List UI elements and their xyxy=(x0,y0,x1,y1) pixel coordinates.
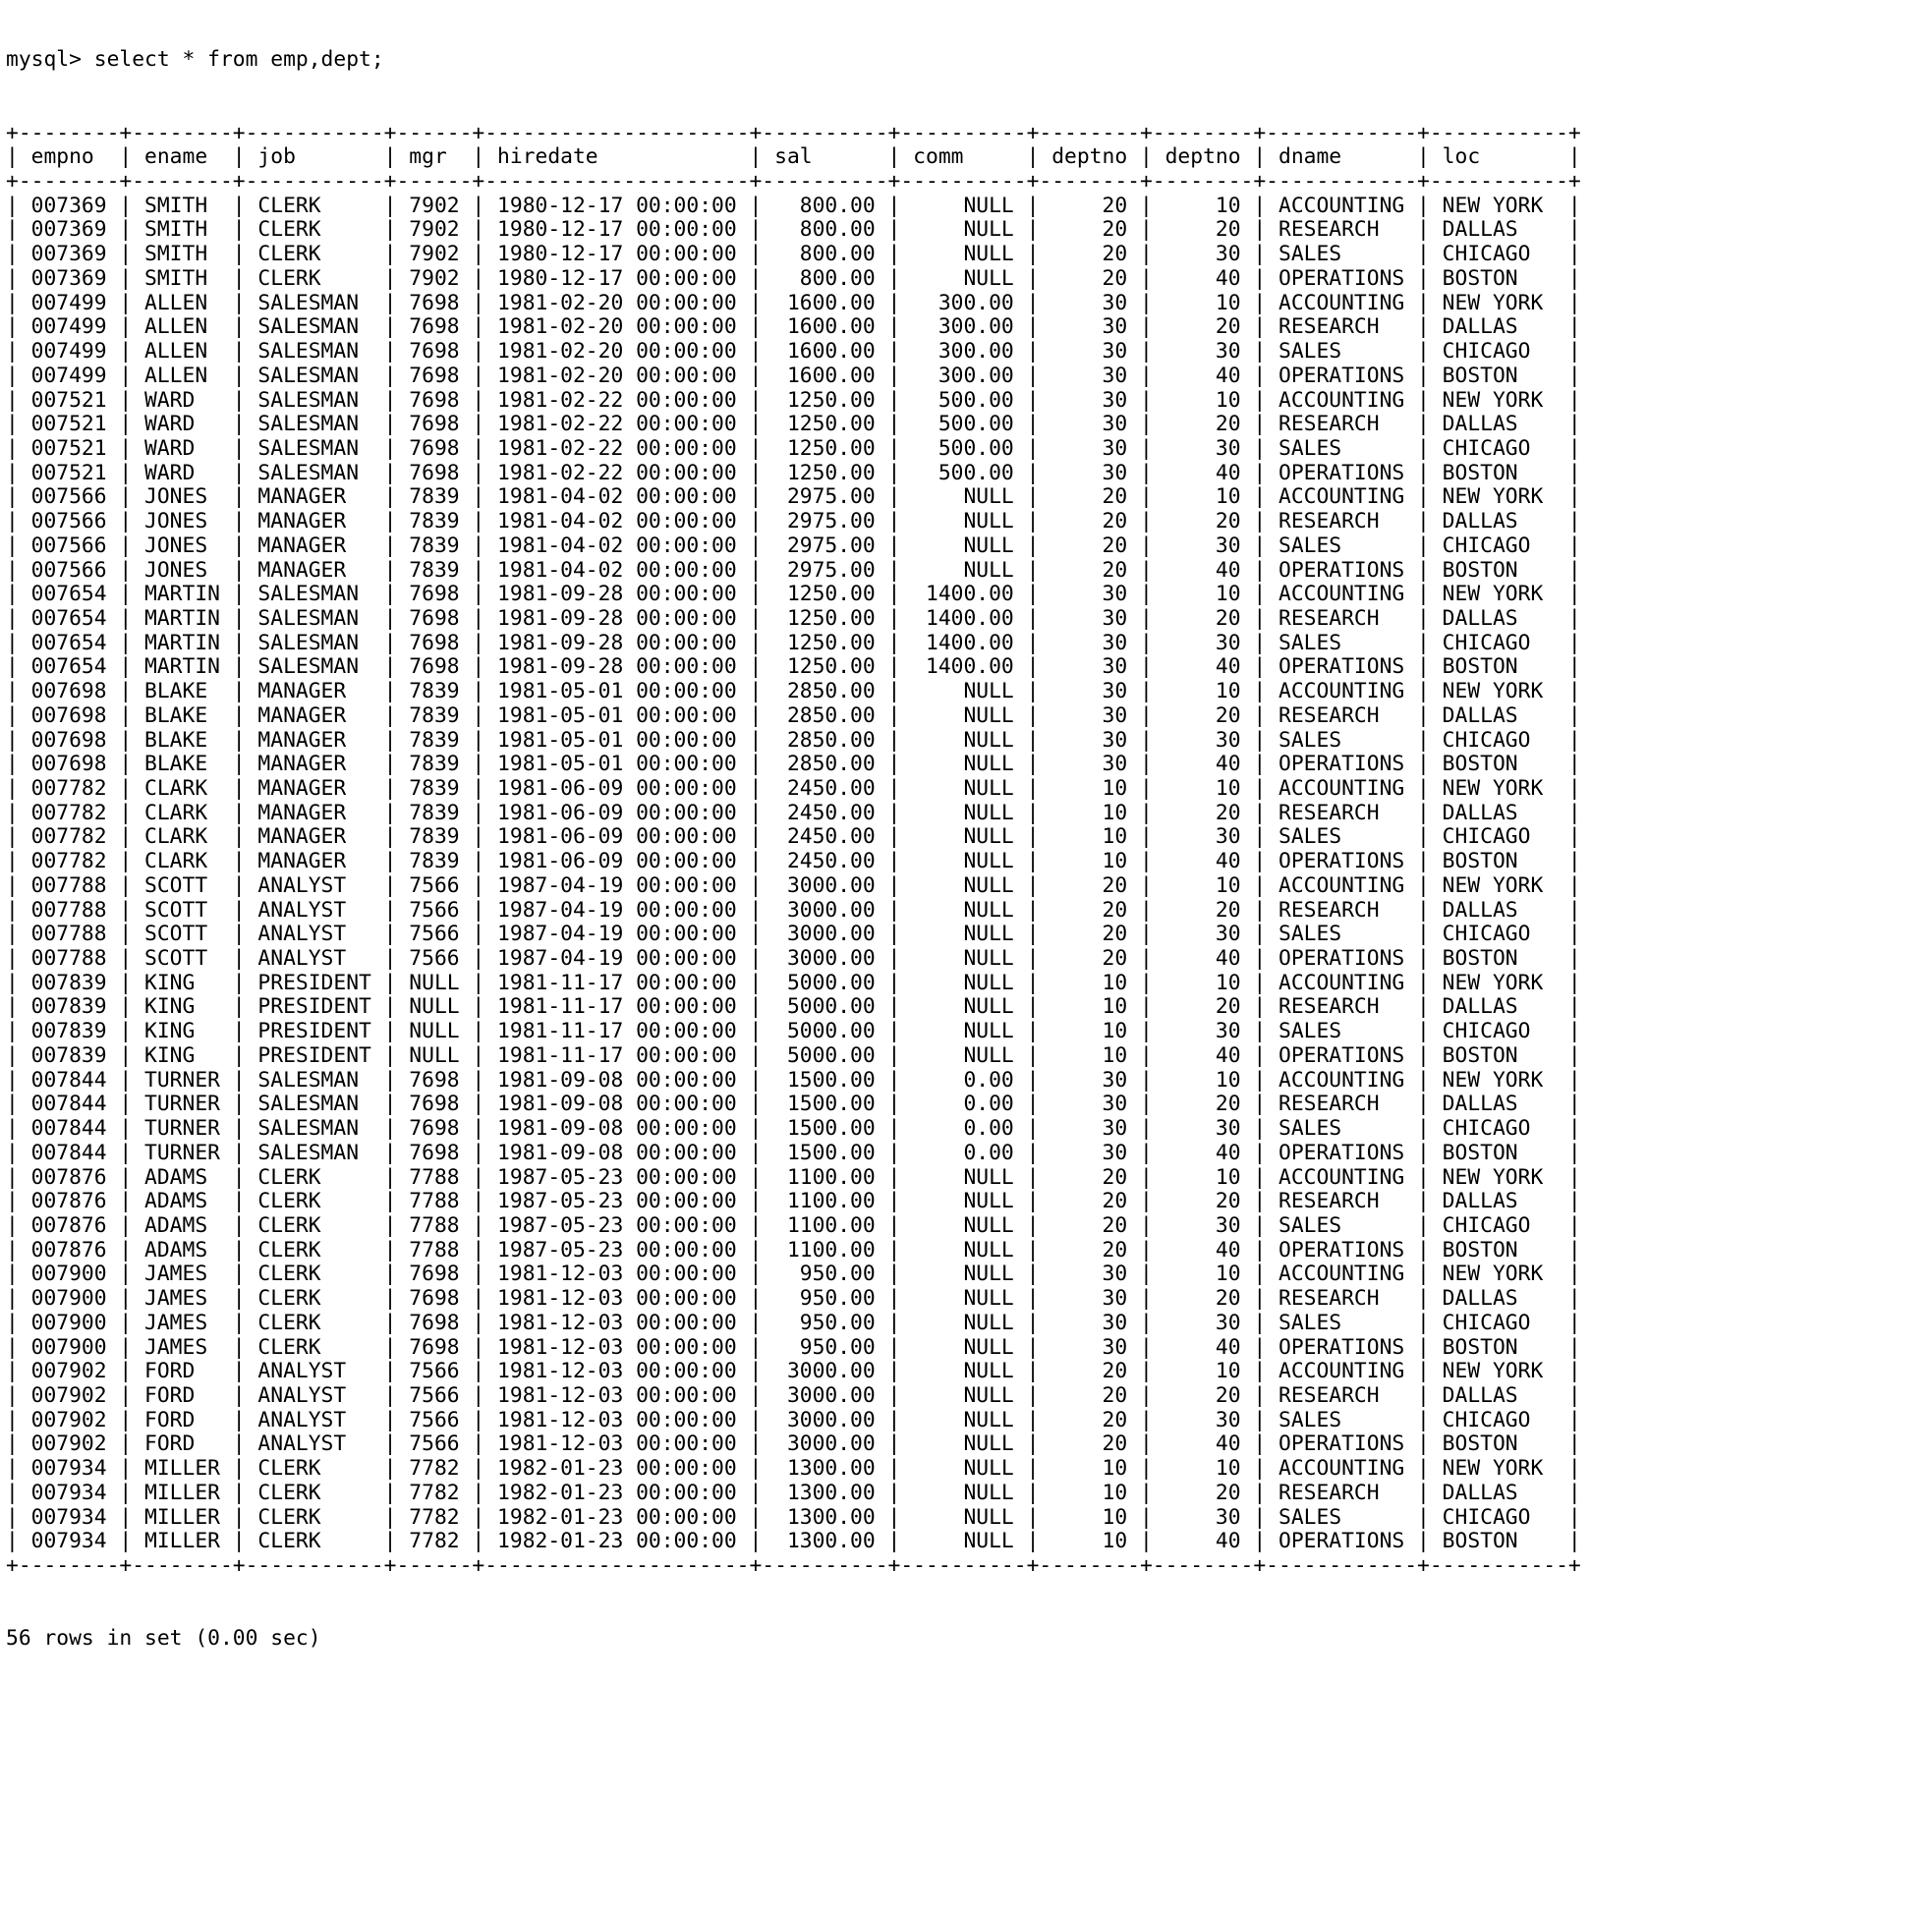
table-row: | 007876 | ADAMS | CLERK | 7788 | 1987-0… xyxy=(6,1212,1581,1238)
table-row: | 007902 | FORD | ANALYST | 7566 | 1981-… xyxy=(6,1359,1581,1384)
table-row: | 007902 | FORD | ANALYST | 7566 | 1981-… xyxy=(6,1431,1581,1457)
table-row: | 007566 | JONES | MANAGER | 7839 | 1981… xyxy=(6,557,1581,583)
table-row: | 007788 | SCOTT | ANALYST | 7566 | 1987… xyxy=(6,946,1581,972)
table-row: | 007499 | ALLEN | SALESMAN | 7698 | 198… xyxy=(6,339,1581,365)
table-row: | 007782 | CLARK | MANAGER | 7839 | 1981… xyxy=(6,849,1581,874)
table-rule-header: +--------+--------+-----------+------+--… xyxy=(6,169,1581,195)
table-row: | 007934 | MILLER | CLERK | 7782 | 1982-… xyxy=(6,1504,1581,1530)
table-row: | 007788 | SCOTT | ANALYST | 7566 | 1987… xyxy=(6,897,1581,923)
table-row: | 007876 | ADAMS | CLERK | 7788 | 1987-0… xyxy=(6,1189,1581,1214)
table-row: | 007876 | ADAMS | CLERK | 7788 | 1987-0… xyxy=(6,1237,1581,1263)
table-row: | 007566 | JONES | MANAGER | 7839 | 1981… xyxy=(6,533,1581,558)
table-row: | 007566 | JONES | MANAGER | 7839 | 1981… xyxy=(6,484,1581,510)
table-row: | 007654 | MARTIN | SALESMAN | 7698 | 19… xyxy=(6,582,1581,607)
table-row: | 007844 | TURNER | SALESMAN | 7698 | 19… xyxy=(6,1092,1581,1117)
table-row: | 007521 | WARD | SALESMAN | 7698 | 1981… xyxy=(6,387,1581,413)
table-header-row: | empno | ename | job | mgr | hiredate |… xyxy=(6,144,1581,170)
table-row: | 007521 | WARD | SALESMAN | 7698 | 1981… xyxy=(6,412,1581,437)
table-row: | 007788 | SCOTT | ANALYST | 7566 | 1987… xyxy=(6,872,1581,898)
table-row: | 007782 | CLARK | MANAGER | 7839 | 1981… xyxy=(6,776,1581,801)
table-row: | 007839 | KING | PRESIDENT | NULL | 198… xyxy=(6,970,1581,995)
table-row: | 007499 | ALLEN | SALESMAN | 7698 | 198… xyxy=(6,290,1581,315)
table-row: | 007900 | JAMES | CLERK | 7698 | 1981-1… xyxy=(6,1286,1581,1312)
table-row: | 007698 | BLAKE | MANAGER | 7839 | 1981… xyxy=(6,679,1581,704)
table-row: | 007934 | MILLER | CLERK | 7782 | 1982-… xyxy=(6,1480,1581,1505)
shell-prompt-line: mysql> select * from emp,dept; xyxy=(6,47,384,73)
table-row: | 007934 | MILLER | CLERK | 7782 | 1982-… xyxy=(6,1456,1581,1482)
table-row: | 007839 | KING | PRESIDENT | NULL | 198… xyxy=(6,1042,1581,1068)
table-row: | 007521 | WARD | SALESMAN | 7698 | 1981… xyxy=(6,435,1581,461)
table-row: | 007900 | JAMES | CLERK | 7698 | 1981-1… xyxy=(6,1310,1581,1335)
table-row: | 007902 | FORD | ANALYST | 7566 | 1981-… xyxy=(6,1407,1581,1432)
table-row: | 007844 | TURNER | SALESMAN | 7698 | 19… xyxy=(6,1140,1581,1165)
table-row: | 007900 | JAMES | CLERK | 7698 | 1981-1… xyxy=(6,1334,1581,1360)
table-row: | 007698 | BLAKE | MANAGER | 7839 | 1981… xyxy=(6,752,1581,777)
table-row: | 007844 | TURNER | SALESMAN | 7698 | 19… xyxy=(6,1116,1581,1142)
table-row: | 007369 | SMITH | CLERK | 7902 | 1980-1… xyxy=(6,242,1581,267)
row-count-status: 56 rows in set (0.00 sec) xyxy=(6,1626,321,1652)
table-row: | 007900 | JAMES | CLERK | 7698 | 1981-1… xyxy=(6,1262,1581,1287)
table-row: | 007654 | MARTIN | SALESMAN | 7698 | 19… xyxy=(6,605,1581,631)
table-row: | 007698 | BLAKE | MANAGER | 7839 | 1981… xyxy=(6,727,1581,753)
table-row: | 007654 | MARTIN | SALESMAN | 7698 | 19… xyxy=(6,630,1581,655)
table-row: | 007369 | SMITH | CLERK | 7902 | 1980-1… xyxy=(6,265,1581,291)
table-row: | 007782 | CLARK | MANAGER | 7839 | 1981… xyxy=(6,824,1581,850)
table-rule-bottom: +--------+--------+-----------+------+--… xyxy=(6,1553,1581,1578)
table-row: | 007499 | ALLEN | SALESMAN | 7698 | 198… xyxy=(6,363,1581,388)
terminal-output: mysql> select * from emp,dept; +--------… xyxy=(0,0,1932,1676)
table-rule-top: +--------+--------+-----------+------+--… xyxy=(6,120,1581,145)
table-row: | 007788 | SCOTT | ANALYST | 7566 | 1987… xyxy=(6,922,1581,947)
table-row: | 007698 | BLAKE | MANAGER | 7839 | 1981… xyxy=(6,702,1581,728)
table-row: | 007782 | CLARK | MANAGER | 7839 | 1981… xyxy=(6,800,1581,825)
table-row: | 007876 | ADAMS | CLERK | 7788 | 1987-0… xyxy=(6,1164,1581,1190)
table-row: | 007566 | JONES | MANAGER | 7839 | 1981… xyxy=(6,509,1581,534)
table-row: | 007369 | SMITH | CLERK | 7902 | 1980-1… xyxy=(6,193,1581,218)
table-row: | 007369 | SMITH | CLERK | 7902 | 1980-1… xyxy=(6,217,1581,243)
result-table: +--------+--------+-----------+------+--… xyxy=(6,120,1932,1579)
table-row: | 007839 | KING | PRESIDENT | NULL | 198… xyxy=(6,994,1581,1020)
table-row: | 007654 | MARTIN | SALESMAN | 7698 | 19… xyxy=(6,654,1581,680)
table-row: | 007521 | WARD | SALESMAN | 7698 | 1981… xyxy=(6,460,1581,485)
table-row: | 007839 | KING | PRESIDENT | NULL | 198… xyxy=(6,1019,1581,1044)
table-row: | 007499 | ALLEN | SALESMAN | 7698 | 198… xyxy=(6,314,1581,340)
table-row: | 007844 | TURNER | SALESMAN | 7698 | 19… xyxy=(6,1067,1581,1093)
table-row: | 007902 | FORD | ANALYST | 7566 | 1981-… xyxy=(6,1382,1581,1408)
table-row: | 007934 | MILLER | CLERK | 7782 | 1982-… xyxy=(6,1529,1581,1554)
